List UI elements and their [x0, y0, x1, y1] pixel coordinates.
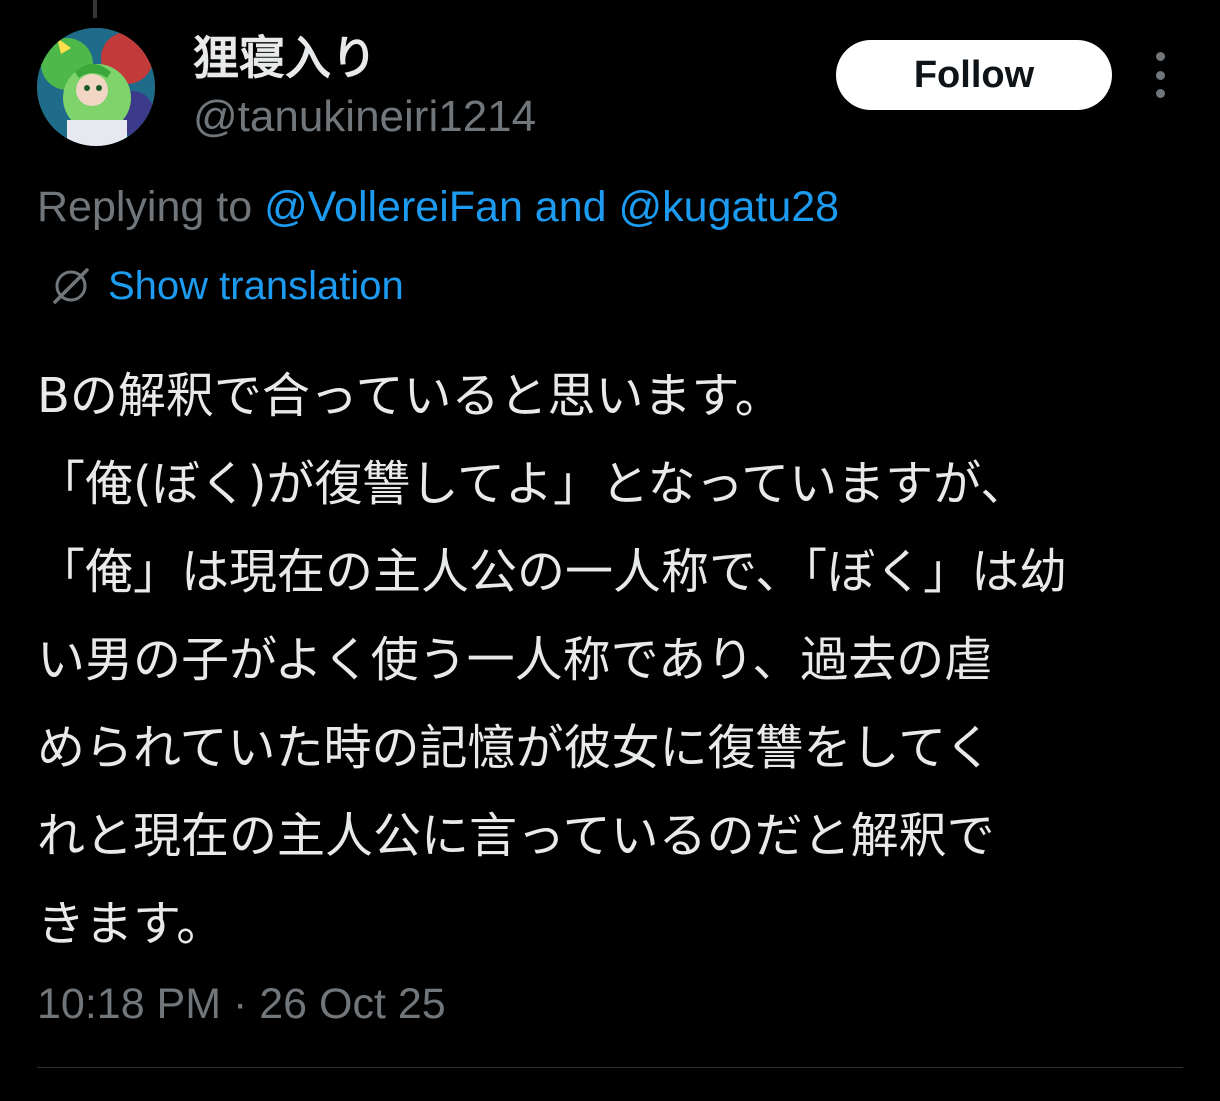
tweet-text-line: Bの解釈で合っていると思います。 — [37, 368, 783, 424]
avatar-image — [37, 28, 155, 146]
tweet-text: Bの解釈で合っていると思います。 「俺(ぼく)が復讐してよ」となっていますが、 … — [37, 352, 1187, 968]
follow-button[interactable]: Follow — [836, 40, 1112, 110]
more-dot — [1155, 89, 1165, 98]
tweet-text-line: 「俺(ぼく)が復讐してよ」となっていますが、 — [37, 456, 1029, 512]
thread-connector-line — [93, 0, 97, 18]
globe-icon — [53, 268, 89, 304]
replying-to-line: Replying to @VollereiFan and @kugatu28 — [37, 180, 839, 234]
tweet-timestamp[interactable]: 10:18 PM · 26 Oct 25 — [37, 976, 446, 1032]
divider — [37, 1067, 1183, 1068]
mention-link[interactable]: @kugatu28 — [619, 183, 840, 231]
mention-conjunction[interactable]: and — [523, 183, 619, 231]
tweet-text-line: れと現在の主人公に言っているのだと解釈で — [37, 808, 995, 864]
more-dot — [1155, 70, 1165, 80]
show-translation-label: Show translation — [108, 264, 404, 308]
more-dot — [1155, 52, 1165, 61]
tweet-text-line: められていた時の記憶が彼女に復讐をしてく — [37, 720, 993, 776]
more-vertical-icon[interactable] — [1140, 52, 1180, 98]
tweet-text-line: い男の子がよく使う一人称であり、過去の虐 — [37, 632, 993, 688]
author-display-name[interactable]: 狸寝入り — [193, 30, 377, 86]
author-handle[interactable]: @tanukineiri1214 — [193, 90, 536, 144]
show-translation-button[interactable]: Show translation — [48, 260, 404, 312]
replying-to-prefix: Replying to — [37, 183, 265, 231]
tweet-text-line: きます。 — [37, 896, 225, 952]
avatar[interactable] — [37, 28, 155, 146]
tweet-text-line: 「俺」は現在の主人公の一人称で、「ぼく」は幼 — [37, 544, 1068, 600]
mention-link[interactable]: @VollereiFan — [264, 183, 523, 231]
